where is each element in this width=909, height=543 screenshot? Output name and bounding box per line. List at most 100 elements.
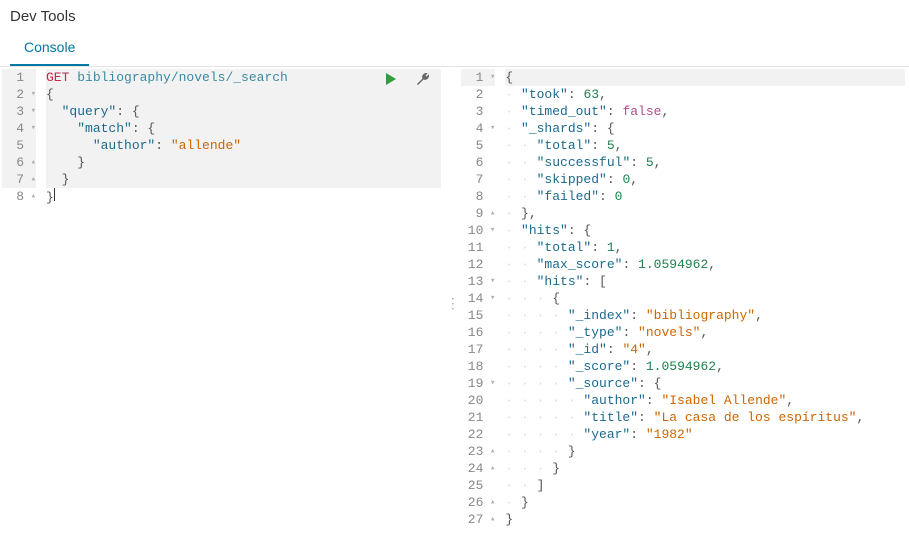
line-number: 26▴ [461, 494, 495, 511]
request-gutter: 12▾3▾4▾56▴7▴8▴ [0, 67, 42, 207]
line-number: 9▴ [461, 205, 495, 222]
code-line: · · "max_score": 1.0594962, [505, 256, 905, 273]
code-line: · · · · · "year": "1982" [505, 426, 905, 443]
code-line: · · "failed": 0 [505, 188, 905, 205]
code-line: · · ] [505, 477, 905, 494]
code-line: · · · · "_source": { [505, 375, 905, 392]
pane-splitter[interactable]: ⋮ [445, 67, 459, 540]
request-editor[interactable]: 12▾3▾4▾56▴7▴8▴ GET bibliography/novels/_… [0, 67, 445, 207]
line-number: 6▴ [2, 154, 36, 171]
code-line: · · "total": 5, [505, 137, 905, 154]
fold-close-icon[interactable]: ▴ [487, 511, 495, 528]
code-line: · · · · · "author": "Isabel Allende", [505, 392, 905, 409]
code-line[interactable]: } [46, 171, 441, 188]
code-line: · · "successful": 5, [505, 154, 905, 171]
line-number: 14▾ [461, 290, 495, 307]
fold-close-icon[interactable]: ▴ [28, 154, 36, 171]
play-icon[interactable] [383, 71, 401, 89]
line-number: 6 [461, 154, 495, 171]
fold-open-icon[interactable]: ▾ [487, 222, 495, 239]
tab-console[interactable]: Console [10, 29, 89, 66]
code-line: · "took": 63, [505, 86, 905, 103]
fold-close-icon[interactable]: ▴ [28, 188, 36, 205]
fold-open-icon[interactable]: ▾ [28, 120, 36, 137]
fold-close-icon[interactable]: ▴ [487, 460, 495, 477]
line-number: 4▾ [461, 120, 495, 137]
page-title: Dev Tools [0, 0, 909, 29]
code-line: · · "hits": [ [505, 273, 905, 290]
fold-close-icon[interactable]: ▴ [487, 494, 495, 511]
request-controls [383, 71, 433, 89]
fold-close-icon[interactable]: ▴ [487, 205, 495, 222]
line-number: 13▾ [461, 273, 495, 290]
code-line: · · · · "_id": "4", [505, 341, 905, 358]
line-number: 2 [461, 86, 495, 103]
code-line: · · "skipped": 0, [505, 171, 905, 188]
line-number: 8▴ [2, 188, 36, 205]
line-number: 7▴ [2, 171, 36, 188]
code-line: · }, [505, 205, 905, 222]
line-number: 5 [2, 137, 36, 154]
code-line: · · · } [505, 460, 905, 477]
line-number: 22 [461, 426, 495, 443]
line-number: 18 [461, 358, 495, 375]
fold-open-icon[interactable]: ▾ [487, 375, 495, 392]
line-number: 24▴ [461, 460, 495, 477]
line-number: 3 [461, 103, 495, 120]
fold-close-icon[interactable]: ▴ [28, 171, 36, 188]
line-number: 17 [461, 341, 495, 358]
fold-open-icon[interactable]: ▾ [28, 86, 36, 103]
code-line[interactable]: "author": "allende" [46, 137, 441, 154]
line-number: 3▾ [2, 103, 36, 120]
response-editor: 1▾234▾56789▴10▾111213▾14▾1516171819▾2021… [459, 67, 909, 530]
response-pane[interactable]: 1▾234▾56789▴10▾111213▾14▾1516171819▾2021… [459, 67, 909, 540]
code-line: · } [505, 494, 905, 511]
response-gutter: 1▾234▾56789▴10▾111213▾14▾1516171819▾2021… [459, 67, 501, 530]
code-line: { [505, 69, 905, 86]
code-line[interactable]: { [46, 86, 441, 103]
line-number: 20 [461, 392, 495, 409]
line-number: 7 [461, 171, 495, 188]
code-line: · · · · · "title": "La casa de los espír… [505, 409, 905, 426]
fold-open-icon[interactable]: ▾ [487, 290, 495, 307]
line-number: 10▾ [461, 222, 495, 239]
line-number: 16 [461, 324, 495, 341]
line-number: 27▴ [461, 511, 495, 528]
line-number: 11 [461, 239, 495, 256]
line-number: 8 [461, 188, 495, 205]
line-number: 21 [461, 409, 495, 426]
fold-close-icon[interactable]: ▴ [487, 443, 495, 460]
line-number: 12 [461, 256, 495, 273]
wrench-icon[interactable] [415, 71, 433, 89]
code-line[interactable]: "match": { [46, 120, 441, 137]
line-number: 19▾ [461, 375, 495, 392]
code-line: · · · · "_index": "bibliography", [505, 307, 905, 324]
response-code: {· "took": 63,· "timed_out": false,· "_s… [501, 67, 909, 530]
code-line[interactable]: } [46, 188, 441, 205]
workspace: 12▾3▾4▾56▴7▴8▴ GET bibliography/novels/_… [0, 67, 909, 540]
line-number: 23▴ [461, 443, 495, 460]
request-pane[interactable]: 12▾3▾4▾56▴7▴8▴ GET bibliography/novels/_… [0, 67, 445, 540]
code-line[interactable]: GET bibliography/novels/_search [46, 69, 441, 86]
line-number: 1 [2, 69, 36, 86]
line-number: 15 [461, 307, 495, 324]
code-line: · · · · } [505, 443, 905, 460]
line-number: 25 [461, 477, 495, 494]
line-number: 1▾ [461, 69, 495, 86]
code-line: · · · · "_score": 1.0594962, [505, 358, 905, 375]
fold-open-icon[interactable]: ▾ [487, 273, 495, 290]
fold-open-icon[interactable]: ▾ [487, 69, 495, 86]
code-line: · · "total": 1, [505, 239, 905, 256]
code-line: } [505, 511, 905, 528]
line-number: 2▾ [2, 86, 36, 103]
code-line: · · · { [505, 290, 905, 307]
code-line[interactable]: } [46, 154, 441, 171]
code-line[interactable]: "query": { [46, 103, 441, 120]
fold-open-icon[interactable]: ▾ [487, 120, 495, 137]
code-line: · "_shards": { [505, 120, 905, 137]
code-line: · "hits": { [505, 222, 905, 239]
line-number: 4▾ [2, 120, 36, 137]
code-line: · "timed_out": false, [505, 103, 905, 120]
fold-open-icon[interactable]: ▾ [28, 103, 36, 120]
tab-bar: Console [0, 29, 909, 67]
